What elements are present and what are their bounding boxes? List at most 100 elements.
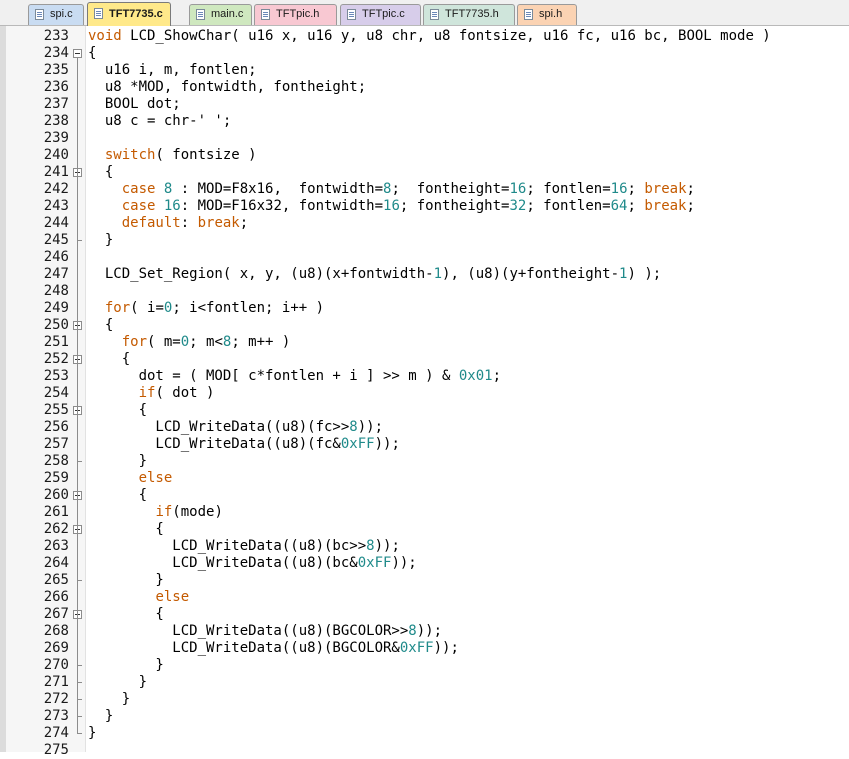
code-token: LCD_WriteData((u8)(fc& xyxy=(88,436,341,452)
line-number: 264 xyxy=(43,555,69,571)
code-token: ; i<fontlen; i++ ) xyxy=(172,300,325,316)
tab-tft7735-h[interactable]: TFT7735.h xyxy=(423,4,515,25)
code-token: ( m= xyxy=(147,334,181,350)
code-number: 8 xyxy=(366,538,375,554)
code-line[interactable]: 264 LCD_WriteData((u8)(bc&0xFF)); xyxy=(0,555,849,572)
code-text: { xyxy=(88,317,113,334)
code-number: 64 xyxy=(610,198,628,214)
code-line[interactable]: 266 else xyxy=(0,589,849,606)
code-token: u8 *MOD, fontwidth, fontheight; xyxy=(88,79,367,95)
line-number: 242 xyxy=(43,181,69,197)
code-keyword: case xyxy=(121,198,156,214)
line-number: 252 xyxy=(43,351,69,367)
code-line[interactable]: 265 } xyxy=(0,572,849,589)
code-text: if( dot ) xyxy=(88,385,215,402)
code-line[interactable]: 253 dot = ( MOD[ c*fontlen + i ] >> m ) … xyxy=(0,368,849,385)
code-line[interactable]: 236 u8 *MOD, fontwidth, fontheight; xyxy=(0,79,849,96)
code-text: LCD_WriteData((u8)(fc&0xFF)); xyxy=(88,436,399,453)
code-text: default: break; xyxy=(88,215,248,232)
fold-toggle-icon[interactable] xyxy=(73,49,82,58)
code-line[interactable]: 269 LCD_WriteData((u8)(BGCOLOR&0xFF)); xyxy=(0,640,849,657)
code-line[interactable]: 240 switch( fontsize ) xyxy=(0,147,849,164)
code-text: { xyxy=(88,164,113,181)
code-line[interactable]: 233 void LCD_ShowChar( u16 x, u16 y, u8 c… xyxy=(0,28,849,45)
code-token: LCD_WriteData((u8)(bc>> xyxy=(88,538,367,554)
code-token: ( dot ) xyxy=(155,385,215,401)
code-line[interactable]: 242 case 8 : MOD=F8x16, fontwidth=8; fon… xyxy=(0,181,849,198)
code-text: LCD_WriteData((u8)(bc&0xFF)); xyxy=(88,555,417,572)
code-line[interactable]: 273 } xyxy=(0,708,849,725)
code-number: 8 xyxy=(349,419,358,435)
code-line[interactable]: 239 xyxy=(0,130,849,147)
code-keyword: else xyxy=(155,589,190,605)
code-token: ; m< xyxy=(189,334,223,350)
code-line[interactable]: 247 LCD_Set_Region( x, y, (u8)(x+fontwid… xyxy=(0,266,849,283)
code-token: ; fontlen= xyxy=(526,181,611,197)
code-line[interactable]: 271 } xyxy=(0,674,849,691)
code-line[interactable]: 248 xyxy=(0,283,849,300)
code-line[interactable]: 245 } xyxy=(0,232,849,249)
code-line[interactable]: 275 xyxy=(0,742,849,759)
code-number: 16 xyxy=(509,181,527,197)
tab-tftpic-h[interactable]: TFTpic.h xyxy=(254,4,337,25)
code-line[interactable]: 249 for( i=0; i<fontlen; i++ ) xyxy=(0,300,849,317)
code-line[interactable]: 274} xyxy=(0,725,849,742)
line-number: 234 xyxy=(43,45,69,61)
code-token: { xyxy=(88,402,148,418)
code-token: } xyxy=(88,674,148,690)
code-line[interactable]: 234 { xyxy=(0,45,849,62)
code-line[interactable]: 251 for( m=0; m<8; m++ ) xyxy=(0,334,849,351)
code-line[interactable]: 270 } xyxy=(0,657,849,674)
code-line[interactable]: 260 { xyxy=(0,487,849,504)
tab-label: main.c xyxy=(211,8,244,20)
code-token: } xyxy=(88,657,164,673)
code-line[interactable]: 235 u16 i, m, fontlen; xyxy=(0,62,849,79)
code-line[interactable]: 238 u8 c = chr-' '; xyxy=(0,113,849,130)
code-text: } xyxy=(88,232,113,249)
code-line[interactable]: 258 } xyxy=(0,453,849,470)
code-line[interactable]: 244 default: break; xyxy=(0,215,849,232)
tab-tftpic-c[interactable]: TFTpic.c xyxy=(340,4,421,25)
code-line[interactable]: 262 { xyxy=(0,521,849,538)
code-line[interactable]: 263 LCD_WriteData((u8)(bc>>8)); xyxy=(0,538,849,555)
code-text: u16 i, m, fontlen; xyxy=(88,62,257,79)
code-keyword: switch xyxy=(104,147,156,163)
code-line[interactable]: 241 { xyxy=(0,164,849,181)
line-number: 257 xyxy=(43,436,69,452)
tab-spi-c[interactable]: spi.c xyxy=(28,4,84,25)
code-line[interactable]: 254 if( dot ) xyxy=(0,385,849,402)
code-line[interactable]: 256 LCD_WriteData((u8)(fc>>8)); xyxy=(0,419,849,436)
tab-main-c[interactable]: main.c xyxy=(189,4,252,25)
code-line[interactable]: 255 { xyxy=(0,402,849,419)
code-number: 0 xyxy=(180,334,190,350)
code-line[interactable]: 272 } xyxy=(0,691,849,708)
code-line[interactable]: 243 case 16: MOD=F16x32, fontwidth=16; f… xyxy=(0,198,849,215)
code-token: BOOL dot; xyxy=(88,96,181,112)
line-number: 261 xyxy=(43,504,69,520)
code-line[interactable]: 268 LCD_WriteData((u8)(BGCOLOR>>8)); xyxy=(0,623,849,640)
code-token: } xyxy=(88,708,114,724)
line-number: 239 xyxy=(43,130,69,146)
code-line[interactable]: 246 xyxy=(0,249,849,266)
code-line[interactable]: 259 else xyxy=(0,470,849,487)
tab-tft7735-c[interactable]: TFT7735.c xyxy=(87,2,171,26)
code-token: )); xyxy=(433,640,459,656)
code-line[interactable]: 257 LCD_WriteData((u8)(fc&0xFF)); xyxy=(0,436,849,453)
tab-spi-h[interactable]: spi.h xyxy=(517,4,577,25)
code-token: LCD_WriteData((u8)(bc& xyxy=(88,555,358,571)
code-line[interactable]: 261 if(mode) xyxy=(0,504,849,521)
code-token: )); xyxy=(374,538,400,554)
code-text: u8 *MOD, fontwidth, fontheight; xyxy=(88,79,366,96)
code-line[interactable]: 267 { xyxy=(0,606,849,623)
code-text: LCD_Set_Region( x, y, (u8)(x+fontwidth-1… xyxy=(88,266,661,283)
code-line[interactable]: 237 BOOL dot; xyxy=(0,96,849,113)
code-line[interactable]: 250 { xyxy=(0,317,849,334)
code-line[interactable]: 252 { xyxy=(0,351,849,368)
code-text: else xyxy=(88,589,189,606)
code-token: )); xyxy=(391,555,417,571)
code-editor[interactable]: 233 void LCD_ShowChar( u16 x, u16 y, u8 c… xyxy=(0,26,849,758)
